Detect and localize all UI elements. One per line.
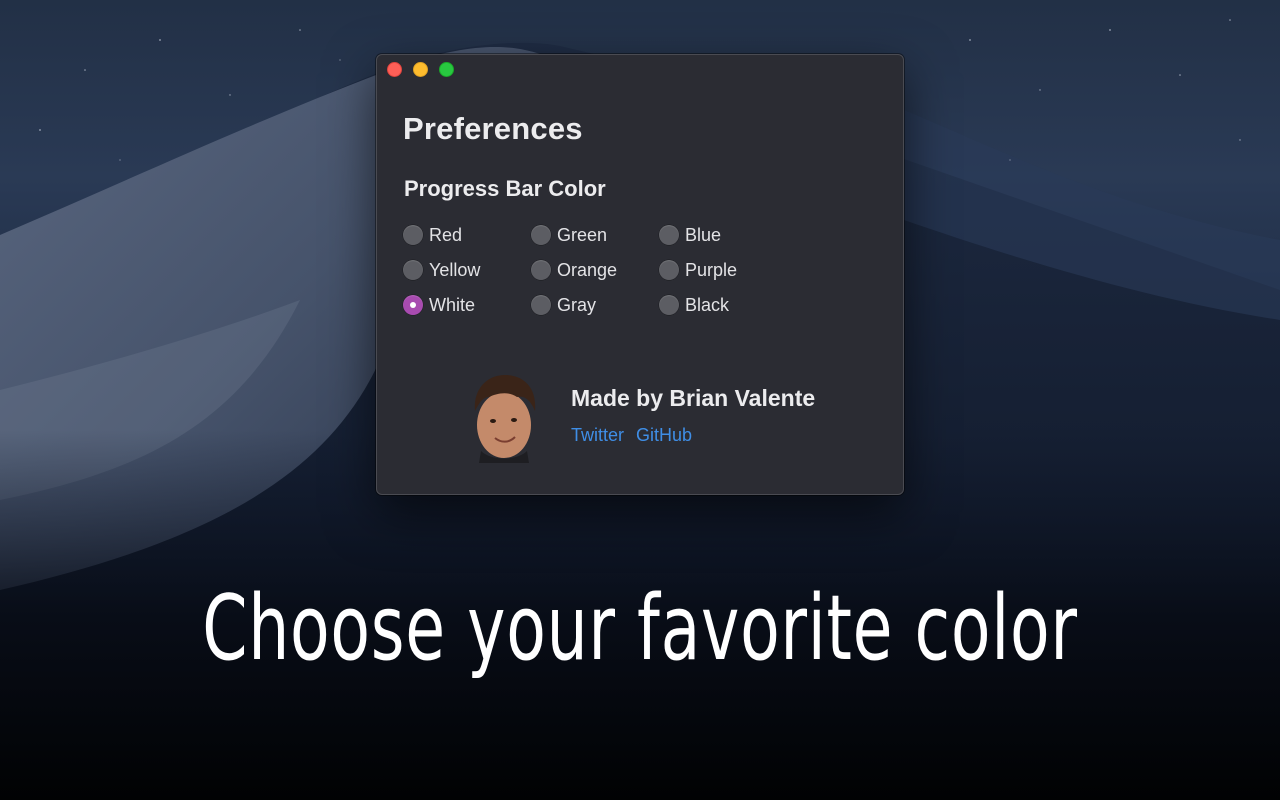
radio-button[interactable] xyxy=(531,295,551,315)
progress-bar-color-heading: Progress Bar Color xyxy=(404,176,606,201)
twitter-link[interactable]: Twitter xyxy=(571,425,624,446)
window-controls xyxy=(387,62,454,77)
radio-label: Black xyxy=(685,294,730,315)
color-radio-group: Red Green Blue Yellow Orange Purple Whit… xyxy=(403,223,787,328)
radio-option-red[interactable]: Red xyxy=(403,223,531,247)
radio-button[interactable] xyxy=(659,295,679,315)
radio-button-selected[interactable] xyxy=(403,295,423,315)
radio-option-orange[interactable]: Orange xyxy=(531,258,659,282)
radio-button[interactable] xyxy=(659,225,679,245)
author-photo xyxy=(474,375,536,463)
radio-label: Orange xyxy=(557,259,618,280)
github-link[interactable]: GitHub xyxy=(636,425,692,446)
radio-option-black[interactable]: Black xyxy=(659,293,787,317)
preferences-window: Preferences Progress Bar Color Red Green… xyxy=(376,54,904,495)
radio-label: Purple xyxy=(685,259,738,280)
radio-label: Blue xyxy=(685,224,722,245)
radio-option-green[interactable]: Green xyxy=(531,223,659,247)
radio-button[interactable] xyxy=(403,260,423,280)
radio-option-gray[interactable]: Gray xyxy=(531,293,659,317)
promo-caption: Choose your favorite color xyxy=(202,576,1078,681)
radio-label: Yellow xyxy=(429,259,481,280)
radio-option-purple[interactable]: Purple xyxy=(659,258,787,282)
minimize-window-button[interactable] xyxy=(413,62,428,77)
author-links: Twitter GitHub xyxy=(571,425,692,446)
radio-label: Green xyxy=(557,224,608,245)
radio-option-blue[interactable]: Blue xyxy=(659,223,787,247)
zoom-window-button[interactable] xyxy=(439,62,454,77)
author-credit: Made by Brian Valente xyxy=(571,385,816,411)
radio-label: White xyxy=(429,294,476,315)
close-window-button[interactable] xyxy=(387,62,402,77)
radio-label: Red xyxy=(429,224,463,245)
radio-button[interactable] xyxy=(531,260,551,280)
radio-label: Gray xyxy=(557,294,597,315)
desktop: Preferences Progress Bar Color Red Green… xyxy=(0,0,1280,800)
radio-button[interactable] xyxy=(531,225,551,245)
radio-button[interactable] xyxy=(659,260,679,280)
radio-option-yellow[interactable]: Yellow xyxy=(403,258,531,282)
radio-option-white[interactable]: White xyxy=(403,293,531,317)
radio-button[interactable] xyxy=(403,225,423,245)
preferences-title: Preferences xyxy=(403,111,583,146)
